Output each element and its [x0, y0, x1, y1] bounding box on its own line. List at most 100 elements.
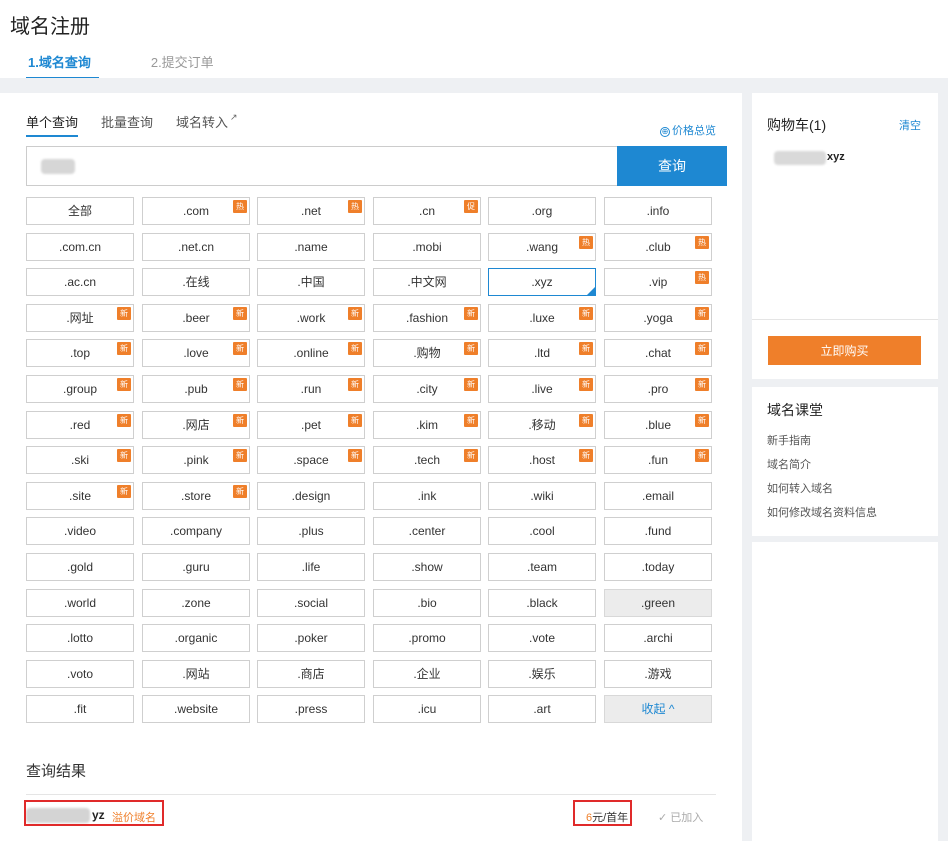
tld-option[interactable]: .娱乐 — [488, 660, 596, 688]
tld-option[interactable]: .life — [257, 553, 365, 581]
tld-option[interactable]: .team — [488, 553, 596, 581]
tld-option[interactable]: .gold — [26, 553, 134, 581]
tld-option[interactable]: .商店 — [257, 660, 365, 688]
tld-option[interactable]: .love 新 — [142, 339, 250, 367]
tld-option[interactable]: .fun 新 — [604, 446, 712, 474]
tld-option[interactable]: .promo — [373, 624, 481, 652]
tld-option[interactable]: .vip 热 — [604, 268, 712, 296]
tld-option[interactable]: .press — [257, 695, 365, 723]
tld-option[interactable]: .pet 新 — [257, 411, 365, 439]
tld-option[interactable]: .cn 促 — [373, 197, 481, 225]
course-link-beginner-guide[interactable]: 新手指南 — [767, 432, 811, 448]
tld-option[interactable]: .space 新 — [257, 446, 365, 474]
tld-option[interactable]: .ski 新 — [26, 446, 134, 474]
step-domain-query[interactable]: 1.域名查询 — [26, 52, 99, 79]
tab-batch-query[interactable]: 批量查询 — [101, 112, 153, 137]
tld-option[interactable]: .host 新 — [488, 446, 596, 474]
tld-option[interactable]: .top 新 — [26, 339, 134, 367]
tld-option[interactable]: .kim 新 — [373, 411, 481, 439]
tld-option[interactable]: .info — [604, 197, 712, 225]
domain-search-input[interactable] — [26, 146, 617, 186]
tld-option[interactable]: .企业 — [373, 660, 481, 688]
tld-option[interactable]: .work 新 — [257, 304, 365, 332]
tld-option[interactable]: .chat 新 — [604, 339, 712, 367]
tld-option[interactable]: .center — [373, 517, 481, 545]
tld-option[interactable]: 全部 — [26, 197, 134, 225]
tld-option[interactable]: .design — [257, 482, 365, 510]
tld-option[interactable]: .fit — [26, 695, 134, 723]
tld-option[interactable]: .vote — [488, 624, 596, 652]
tld-option[interactable]: .ltd 新 — [488, 339, 596, 367]
tld-option[interactable]: .xyz — [488, 268, 596, 296]
tld-option[interactable]: .pro 新 — [604, 375, 712, 403]
tld-option[interactable]: .club 热 — [604, 233, 712, 261]
tld-option[interactable]: .group 新 — [26, 375, 134, 403]
tld-option[interactable]: .plus — [257, 517, 365, 545]
tld-option[interactable]: .company — [142, 517, 250, 545]
tld-option[interactable]: .archi — [604, 624, 712, 652]
clear-cart-link[interactable]: 清空 — [899, 117, 921, 133]
tld-option[interactable]: .luxe 新 — [488, 304, 596, 332]
course-link-transfer-domain[interactable]: 如何转入域名 — [767, 480, 833, 496]
added-status[interactable]: ✓ 已加入 — [658, 809, 703, 825]
tld-option[interactable]: .icu — [373, 695, 481, 723]
collapse-button[interactable]: 收起 ^ — [604, 695, 712, 723]
tld-option[interactable]: .name — [257, 233, 365, 261]
tld-option[interactable]: .live 新 — [488, 375, 596, 403]
tld-option[interactable]: .video — [26, 517, 134, 545]
tld-option[interactable]: .red 新 — [26, 411, 134, 439]
tld-option[interactable]: .网站 — [142, 660, 250, 688]
tld-option[interactable]: .com 热 — [142, 197, 250, 225]
tld-option[interactable]: .poker — [257, 624, 365, 652]
tld-option[interactable]: .store 新 — [142, 482, 250, 510]
tld-option[interactable]: .net 热 — [257, 197, 365, 225]
course-link-edit-domain-info[interactable]: 如何修改域名资料信息 — [767, 504, 877, 520]
tld-option[interactable]: .run 新 — [257, 375, 365, 403]
tab-domain-transfer[interactable]: 域名转入 ↗ — [176, 112, 238, 137]
tld-option[interactable]: .org — [488, 197, 596, 225]
tld-option[interactable]: .网店 新 — [142, 411, 250, 439]
tld-option[interactable]: .email — [604, 482, 712, 510]
tld-option[interactable]: .cool — [488, 517, 596, 545]
tld-option[interactable]: .在线 — [142, 268, 250, 296]
tld-option[interactable]: .online 新 — [257, 339, 365, 367]
tld-option[interactable]: .bio — [373, 589, 481, 617]
tld-option[interactable]: .city 新 — [373, 375, 481, 403]
tld-option[interactable]: .com.cn — [26, 233, 134, 261]
tld-option[interactable]: .organic — [142, 624, 250, 652]
tld-option[interactable]: .world — [26, 589, 134, 617]
tld-option[interactable]: .网址 新 — [26, 304, 134, 332]
tld-option[interactable]: .zone — [142, 589, 250, 617]
price-overview-link[interactable]: ⊕ 价格总览 — [660, 122, 716, 138]
tld-option[interactable]: .yoga 新 — [604, 304, 712, 332]
tld-option[interactable]: .pink 新 — [142, 446, 250, 474]
tld-option[interactable]: .beer 新 — [142, 304, 250, 332]
tld-option[interactable]: .移动 新 — [488, 411, 596, 439]
tld-option[interactable]: .green — [604, 589, 712, 617]
tld-option[interactable]: .ink — [373, 482, 481, 510]
tld-option[interactable]: .tech 新 — [373, 446, 481, 474]
tld-option[interactable]: .site 新 — [26, 482, 134, 510]
tld-option[interactable]: .today — [604, 553, 712, 581]
tld-option[interactable]: .art — [488, 695, 596, 723]
tab-single-query[interactable]: 单个查询 — [26, 112, 79, 137]
tld-option[interactable]: .voto — [26, 660, 134, 688]
step-submit-order[interactable]: 2.提交订单 — [151, 52, 214, 79]
tld-option[interactable]: .guru — [142, 553, 250, 581]
tld-option[interactable]: .购物 新 — [373, 339, 481, 367]
tld-option[interactable]: .fund — [604, 517, 712, 545]
tld-option[interactable]: .fashion 新 — [373, 304, 481, 332]
tld-option[interactable]: .wiki — [488, 482, 596, 510]
tld-option[interactable]: .中国 — [257, 268, 365, 296]
buy-now-button[interactable]: 立即购买 — [768, 336, 921, 365]
tld-option[interactable]: .website — [142, 695, 250, 723]
tld-option[interactable]: .lotto — [26, 624, 134, 652]
tld-option[interactable]: .游戏 — [604, 660, 712, 688]
tld-option[interactable]: .mobi — [373, 233, 481, 261]
course-link-domain-intro[interactable]: 域名简介 — [767, 456, 811, 472]
tld-option[interactable]: .blue 新 — [604, 411, 712, 439]
tld-option[interactable]: .net.cn — [142, 233, 250, 261]
tld-option[interactable]: .中文网 — [373, 268, 481, 296]
search-button[interactable]: 查询 — [617, 146, 727, 186]
tld-option[interactable]: .black — [488, 589, 596, 617]
